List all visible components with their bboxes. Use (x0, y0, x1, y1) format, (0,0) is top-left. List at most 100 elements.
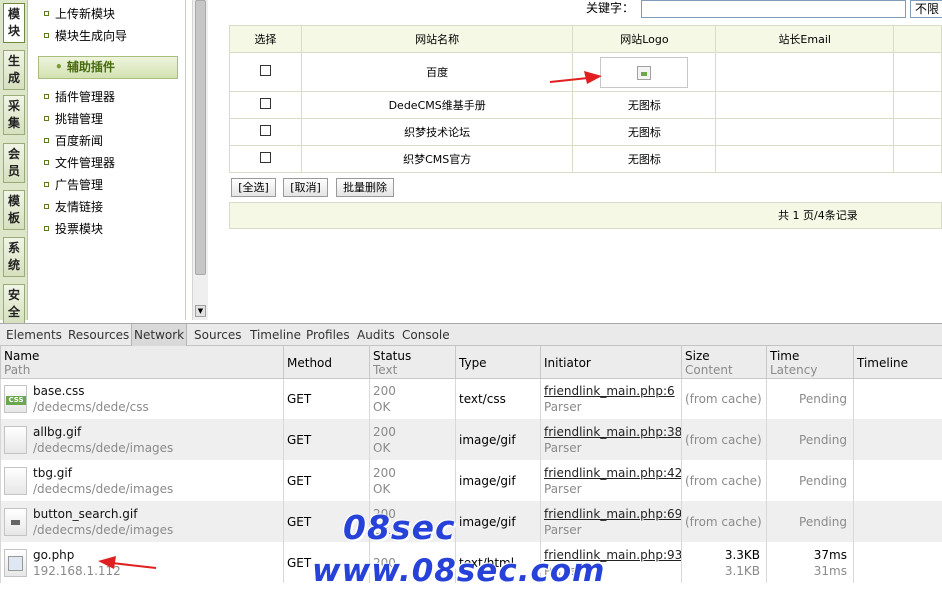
site-email (715, 91, 895, 119)
header-bullet-icon: • (55, 60, 63, 74)
devtools-tab-audits[interactable]: Audits (355, 324, 397, 346)
devtools-tab-timeline[interactable]: Timeline (248, 324, 303, 346)
bullet-icon (44, 182, 49, 187)
col-timeline[interactable]: Timeline (853, 346, 942, 379)
menu-item-ad-manager[interactable]: 广告管理 (44, 176, 103, 194)
col-size[interactable]: Size Content (681, 346, 767, 379)
menu-item-plugin-manager[interactable]: 插件管理器 (44, 88, 115, 106)
site-logo-text: 无图标 (572, 145, 717, 173)
table-row: 织梦技术论坛 无图标 (229, 118, 942, 146)
menu-item-module-wizard[interactable]: 模块生成向导 (44, 27, 127, 45)
vtab-module[interactable]: 模块 (3, 3, 25, 43)
devtools-tab-network[interactable]: Network (131, 324, 188, 346)
vtab-generate[interactable]: 生成 (3, 50, 25, 90)
devtools-tab-profiles[interactable]: Profiles (304, 324, 352, 346)
site-logo-image (600, 56, 689, 88)
bullet-icon (44, 160, 49, 165)
table-row: 织梦CMS官方 无图标 (229, 145, 942, 173)
image-file-icon (4, 466, 27, 495)
site-email (715, 52, 895, 92)
devtools-tab-bar: Elements Resources Network Sources Timel… (0, 323, 942, 346)
red-arrow-annotation-icon (98, 556, 157, 569)
col-header-extra (893, 25, 942, 53)
menu-item-vote-module[interactable]: 投票模块 (44, 220, 103, 238)
menu-item-baidu-news[interactable]: 百度新闻 (44, 132, 103, 150)
batch-delete-button[interactable]: 批量删除 (336, 178, 394, 197)
network-request-row[interactable]: tbg.gif/dedecms/dede/images GET 200 OK im… (0, 460, 942, 501)
red-arrow-annotation-icon (549, 71, 602, 84)
php-file-icon (4, 548, 27, 577)
keyword-scope-select[interactable]: 不限 (910, 0, 942, 18)
vtab-template[interactable]: 模板 (3, 190, 25, 230)
bullet-icon (44, 33, 49, 38)
network-header-row: Name Path Method Status Text Type Initiato… (0, 346, 942, 379)
vtab-collect[interactable]: 采集 (3, 95, 25, 135)
side-menu: 上传新模块 模块生成向导 • 辅助插件 插件管理器 挑错管理 百度新闻 文件管理… (28, 0, 186, 320)
initiator-link[interactable]: friendlink_main.php:38 (544, 425, 681, 439)
site-logo-text: 无图标 (572, 91, 717, 119)
scrollbar-thumb[interactable] (195, 0, 206, 275)
initiator-link[interactable]: friendlink_main.php:69 (544, 507, 681, 521)
col-name[interactable]: Name Path (0, 346, 284, 379)
bullet-icon (44, 138, 49, 143)
devtools-tab-console[interactable]: Console (400, 324, 452, 346)
network-request-row[interactable]: button_search.gif/dedecms/dede/images GE… (0, 501, 942, 542)
timeline-cell (853, 378, 942, 419)
row-checkbox[interactable] (259, 65, 271, 76)
site-email (715, 118, 895, 146)
menu-item-friend-links[interactable]: 友情链接 (44, 198, 103, 216)
devtools-tab-elements[interactable]: Elements (4, 324, 64, 346)
devtools-tab-sources[interactable]: Sources (192, 324, 243, 346)
site-email (715, 145, 895, 173)
col-method[interactable]: Method (283, 346, 370, 379)
keyword-input[interactable] (641, 0, 906, 18)
cancel-selection-button[interactable]: [取消] (283, 178, 328, 197)
main-content: 关键字： 不限 选择 网站名称 网站Logo 站长Email 百度 DedeCM… (210, 0, 942, 320)
scroll-down-arrow-icon[interactable]: ▼ (195, 305, 206, 317)
menu-item-error-manager[interactable]: 挑错管理 (44, 110, 103, 128)
menu-scrollbar[interactable]: ▼ (192, 0, 208, 320)
col-status[interactable]: Status Text (369, 346, 456, 379)
select-all-button[interactable]: [全选] (231, 178, 276, 197)
col-initiator[interactable]: Initiator (540, 346, 682, 379)
site-name[interactable]: 百度 (300, 52, 574, 92)
initiator-link[interactable]: friendlink_main.php:42 (544, 466, 681, 480)
row-checkbox[interactable] (259, 152, 271, 163)
col-header-site-name: 网站名称 (300, 25, 574, 53)
network-request-table: Name Path Method Status Text Type Initiato… (0, 346, 942, 583)
col-type[interactable]: Type (455, 346, 541, 379)
watermark-line2: www.08sec.com (312, 553, 606, 589)
vtab-system[interactable]: 系统 (3, 237, 25, 277)
timeline-cell (853, 460, 942, 501)
keyword-label: 关键字： (586, 1, 635, 15)
menu-item-file-manager[interactable]: 文件管理器 (44, 154, 115, 172)
timeline-cell (853, 501, 942, 542)
devtools-tab-resources[interactable]: Resources (66, 324, 131, 346)
watermark-line1: 08sec (343, 508, 456, 547)
network-request-row[interactable]: CSS base.css/dedecms/dede/css GET 200 OK t… (0, 378, 942, 419)
network-request-row[interactable]: allbg.gif/dedecms/dede/images GET 200 OK … (0, 419, 942, 460)
timeline-cell (853, 419, 942, 460)
menu-section-header[interactable]: • 辅助插件 (38, 56, 178, 79)
bullet-icon (44, 11, 49, 16)
vtab-member[interactable]: 会员 (3, 143, 25, 183)
table-row: DedeCMS维基手册 无图标 (229, 91, 942, 119)
col-header-select: 选择 (229, 25, 302, 53)
col-time[interactable]: Time Latency (766, 346, 854, 379)
site-name[interactable]: DedeCMS维基手册 (300, 91, 574, 119)
action-button-row: [全选] [取消] 批量删除 (229, 173, 942, 202)
vertical-tab-strip: 模块 生成 采集 会员 模板 系统 安全 (0, 0, 28, 324)
broken-image-icon (637, 65, 652, 80)
image-file-icon (4, 425, 27, 454)
site-name[interactable]: 织梦技术论坛 (300, 118, 574, 146)
row-checkbox[interactable] (259, 98, 271, 109)
pagination-info: 共 1 页/4条记录 (229, 202, 942, 229)
vtab-security[interactable]: 安全 (3, 284, 25, 324)
row-checkbox[interactable] (259, 125, 271, 136)
initiator-link[interactable]: friendlink_main.php:6 (544, 384, 675, 398)
site-name[interactable]: 织梦CMS官方 (300, 145, 574, 173)
col-header-site-logo: 网站Logo (572, 25, 717, 53)
bullet-icon (44, 204, 49, 209)
friendlink-table: 选择 网站名称 网站Logo 站长Email 百度 DedeCMS维基手册 无图… (229, 25, 942, 173)
menu-item-upload-module[interactable]: 上传新模块 (44, 5, 115, 23)
